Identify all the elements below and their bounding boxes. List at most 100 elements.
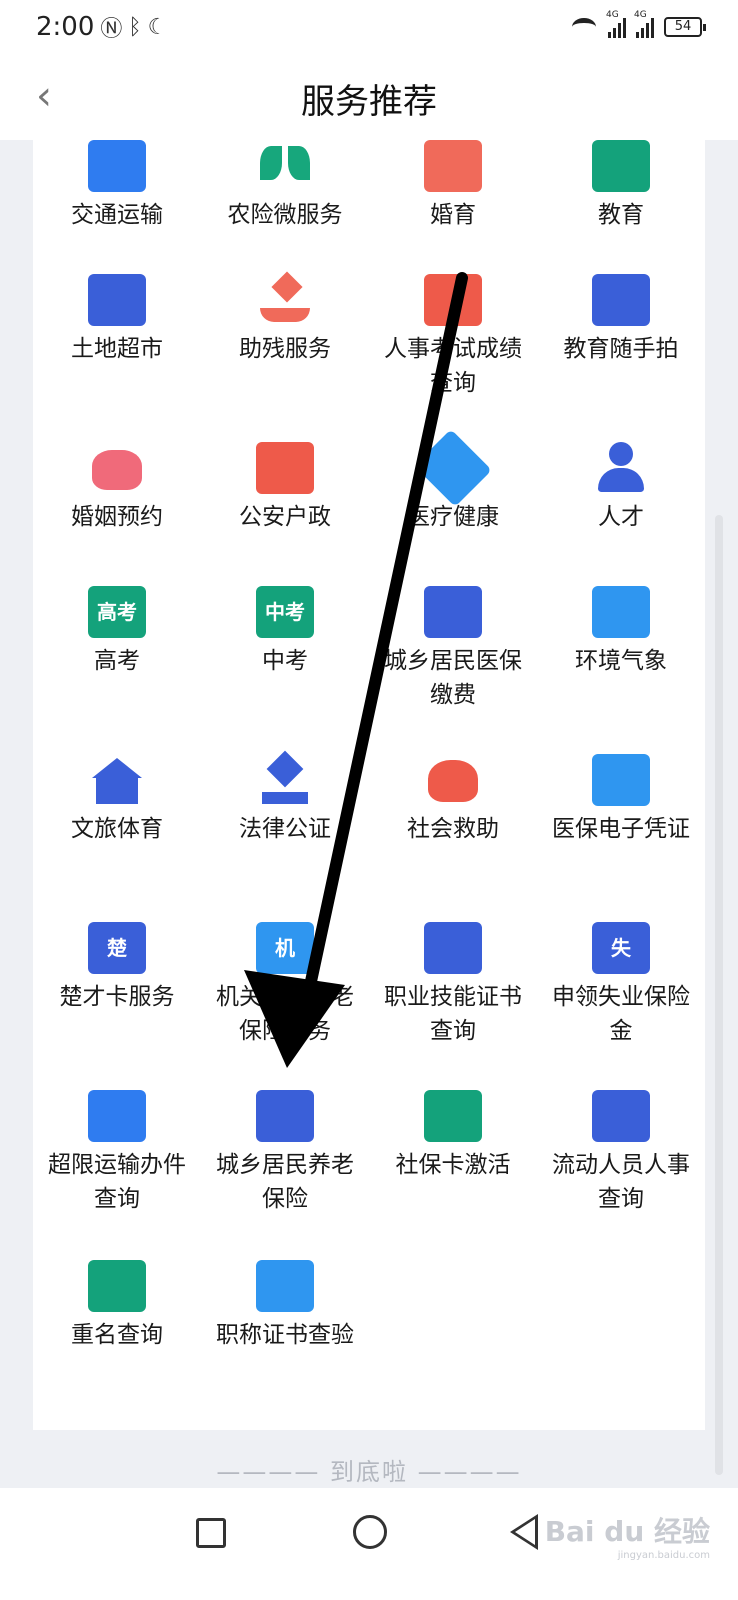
service-label: 职称证书查验 (216, 1322, 354, 1348)
temple-icon (88, 754, 146, 806)
service-label: 文旅体育 (71, 816, 163, 842)
service-item-agri-insurance[interactable]: 农险微服务 (201, 140, 369, 232)
service-item-title-cert[interactable]: 职称证书查验 (201, 1260, 369, 1352)
service-label: 社保卡激活 (395, 1152, 511, 1178)
service-item-overlimit-transport[interactable]: 超限运输办件查询 (33, 1090, 201, 1216)
service-item-medical-insurance-payment[interactable]: 城乡居民医保缴费 (369, 586, 537, 712)
service-item-talent[interactable]: 人才 (537, 442, 705, 534)
wifi-icon (572, 18, 596, 36)
nfc-icon: Ⓝ (100, 17, 123, 42)
service-label: 公安户政 (239, 504, 331, 530)
system-nav-bar: Bai du 经验 jingyan.baidu.com (0, 1488, 738, 1600)
service-label: 土地超市 (71, 336, 163, 362)
recent-apps-button[interactable] (196, 1518, 226, 1548)
hand-heart-icon (256, 274, 314, 326)
worker-icon: 机 (256, 922, 314, 974)
bus-icon (88, 140, 146, 192)
status-right: 4G 4G 54 (572, 10, 706, 38)
flow-person-icon (592, 1090, 650, 1142)
watermark-url: jingyan.baidu.com (617, 1550, 710, 1561)
service-item-education[interactable]: 教育 (537, 140, 705, 232)
service-label: 教育随手拍 (563, 336, 679, 362)
service-label: 医疗健康 (407, 504, 499, 530)
exam-book-icon (424, 274, 482, 326)
service-label: 流动人员人事查询 (552, 1152, 690, 1212)
service-item-marriage-appointment[interactable]: 婚姻预约 (33, 442, 201, 534)
baidu-watermark: Bai du 经验 jingyan.baidu.com (545, 1510, 710, 1561)
service-label: 重名查询 (71, 1322, 163, 1348)
service-item-transport[interactable]: 交通运输 (33, 140, 201, 232)
service-item-social-assistance[interactable]: 社会救助 (369, 754, 537, 846)
service-label: 农险微服务 (227, 202, 343, 228)
service-item-social-card-activation[interactable]: 社保卡激活 (369, 1090, 537, 1182)
service-label: 高考 (94, 648, 140, 674)
nav-bar: ‹ 服务推荐 (0, 54, 738, 140)
medical-box-icon (592, 754, 650, 806)
service-item-medical-e-voucher[interactable]: 医保电子凭证 (537, 754, 705, 846)
clock: 2:00 (36, 12, 95, 42)
service-label: 医保电子凭证 (552, 816, 690, 842)
medical-cross-icon (414, 429, 492, 507)
gavel-icon (256, 754, 314, 806)
graduation-cap-icon (592, 140, 650, 192)
service-item-exam-results[interactable]: 人事考试成绩查询 (369, 274, 537, 400)
phone-scan-icon (592, 274, 650, 326)
signal-icon: 4G (606, 10, 626, 38)
signal-icon-2: 4G (634, 10, 654, 38)
status-bar: 2:00 Ⓝ ᛒ ☾ 4G 4G 54 (0, 0, 738, 54)
service-label: 城乡居民养老保险 (216, 1152, 354, 1212)
service-item-disability[interactable]: 助残服务 (201, 274, 369, 366)
service-item-floating-personnel[interactable]: 流动人员人事查询 (537, 1090, 705, 1216)
bus-front-icon (88, 1090, 146, 1142)
social-card-icon (424, 1090, 482, 1142)
couple-heart-icon (88, 442, 146, 494)
service-item-marriage-birth[interactable]: 婚育 (369, 140, 537, 232)
service-item-land-market[interactable]: 土地超市 (33, 274, 201, 366)
heart-hands-icon (424, 754, 482, 806)
watermark-brand: Bai du 经验 (544, 1515, 710, 1548)
service-label: 婚姻预约 (71, 504, 163, 530)
service-item-zhongkao[interactable]: 中考 中考 (201, 586, 369, 678)
person-icon (592, 442, 650, 494)
title-cert-icon (256, 1260, 314, 1312)
service-item-unemployment-benefit[interactable]: 失 申领失业保险金 (537, 922, 705, 1048)
weather-icon (592, 586, 650, 638)
service-item-police-household[interactable]: 公安户政 (201, 442, 369, 534)
service-label: 申领失业保险金 (552, 984, 690, 1044)
back-nav-button[interactable] (510, 1514, 538, 1550)
service-item-resident-pension[interactable]: 城乡居民养老保险 (201, 1090, 369, 1216)
service-label: 超限运输办件查询 (48, 1152, 186, 1212)
service-item-medical-health[interactable]: 医疗健康 (369, 429, 537, 534)
service-item-environment-weather[interactable]: 环境气象 (537, 586, 705, 678)
service-item-legal-notary[interactable]: 法律公证 (201, 754, 369, 846)
checklist-icon (88, 1260, 146, 1312)
box-icon (88, 274, 146, 326)
service-label: 婚育 (430, 202, 476, 228)
end-of-list-text: ———— 到底啦 ———— (216, 1458, 522, 1486)
service-label: 人事考试成绩查询 (384, 336, 522, 396)
certificate-icon (424, 922, 482, 974)
service-label: 助残服务 (239, 336, 331, 362)
service-item-vocational-cert[interactable]: 职业技能证书查询 (369, 922, 537, 1048)
service-label: 城乡居民医保缴费 (384, 648, 522, 708)
police-badge-icon (256, 442, 314, 494)
service-label: 教育 (598, 202, 644, 228)
chu-card-icon: 楚 (88, 922, 146, 974)
service-item-institution-pension[interactable]: 机 机关事业养老保险服务 (201, 922, 369, 1048)
scrollbar[interactable] (715, 515, 723, 1475)
home-button[interactable] (353, 1515, 387, 1549)
service-label: 机关事业养老保险服务 (216, 984, 354, 1044)
leaf-icon (256, 140, 314, 192)
service-item-gaokao[interactable]: 高考 高考 (33, 586, 201, 678)
service-item-edu-snapshot[interactable]: 教育随手拍 (537, 274, 705, 366)
service-item-chucai-card[interactable]: 楚 楚才卡服务 (33, 922, 201, 1014)
baby-face-icon (424, 140, 482, 192)
service-item-culture-sports[interactable]: 文旅体育 (33, 754, 201, 846)
insurance-payment-icon (424, 586, 482, 638)
service-label: 环境气象 (575, 648, 667, 674)
service-label: 职业技能证书查询 (384, 984, 522, 1044)
service-label: 法律公证 (239, 816, 331, 842)
service-label: 楚才卡服务 (59, 984, 175, 1010)
status-left: 2:00 Ⓝ ᛒ ☾ (36, 11, 167, 43)
service-item-name-duplicate[interactable]: 重名查询 (33, 1260, 201, 1352)
